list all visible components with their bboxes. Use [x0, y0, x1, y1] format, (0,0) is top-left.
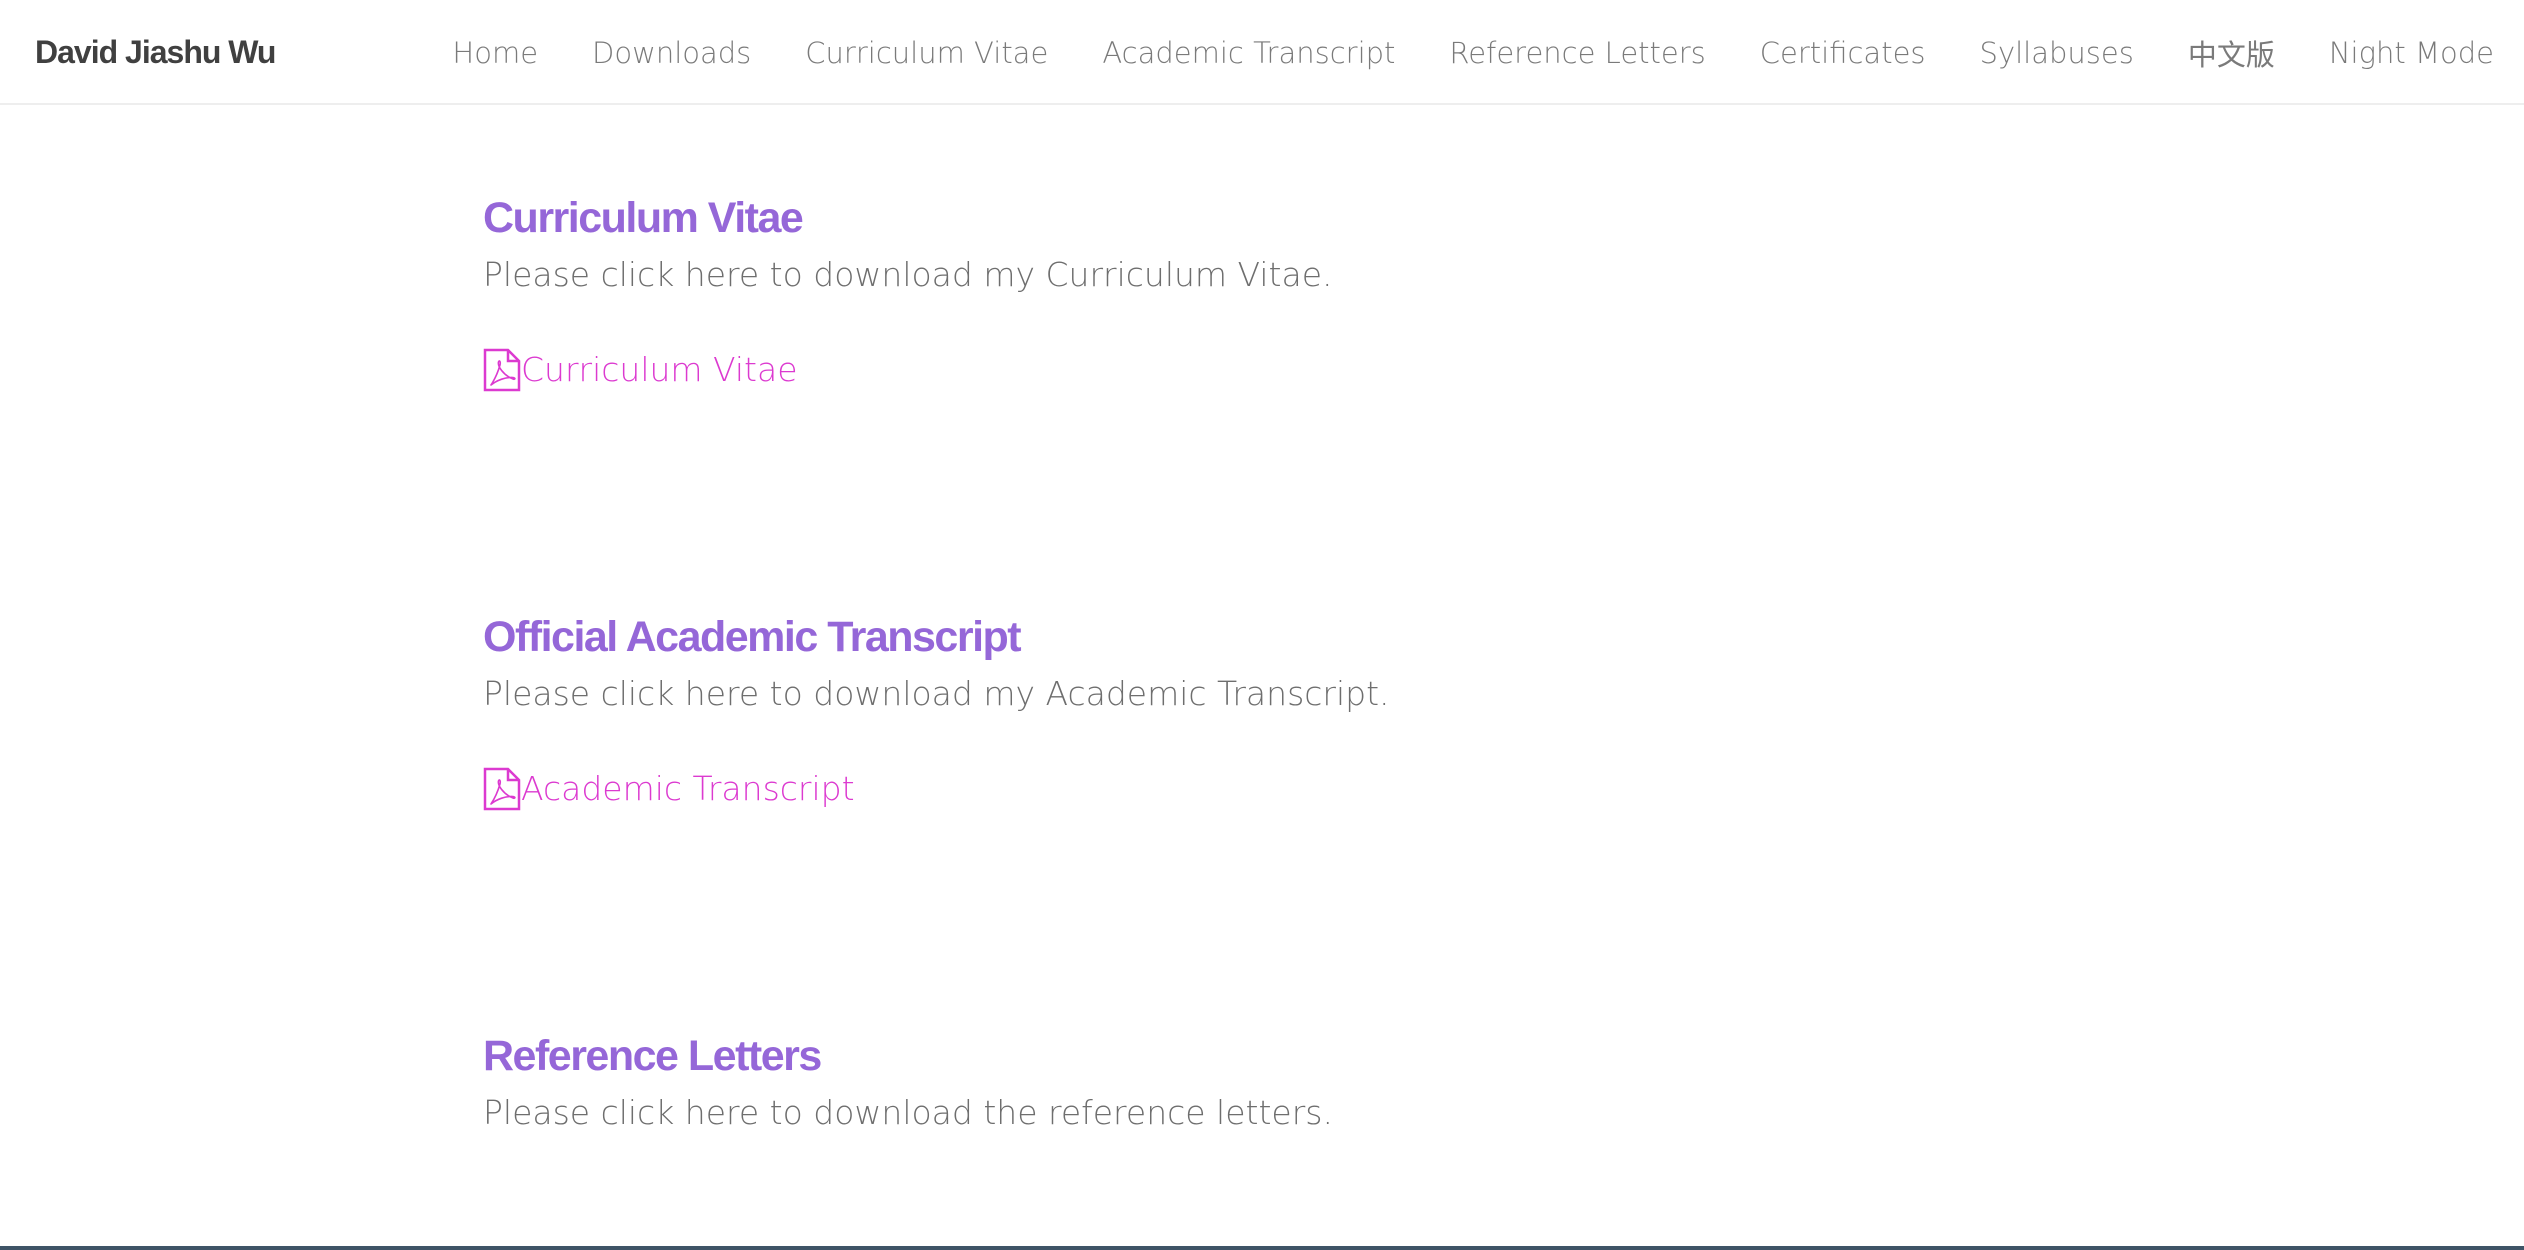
- download-link-label: Curriculum Vitae: [521, 350, 798, 389]
- nav-link-home[interactable]: Home: [452, 36, 538, 70]
- academic-transcript-download-link[interactable]: Academic Transcript: [483, 767, 1390, 811]
- footer-divider: [0, 1246, 2524, 1250]
- nav-link-curriculum-vitae[interactable]: Curriculum Vitae: [805, 36, 1048, 70]
- file-pdf-icon: [483, 767, 521, 811]
- section-reference-letters: Reference Letters Please click here to d…: [483, 1026, 1333, 1140]
- nav-link-syllabuses[interactable]: Syllabuses: [1980, 36, 2134, 70]
- section-description: Please click here to download the refere…: [483, 1093, 1333, 1132]
- download-link-label: Academic Transcript: [521, 769, 855, 808]
- nav-link-reference-letters[interactable]: Reference Letters: [1449, 36, 1705, 70]
- section-title: Curriculum Vitae: [483, 194, 804, 242]
- file-pdf-icon: [483, 348, 521, 392]
- brand-link[interactable]: David Jiashu Wu: [35, 30, 276, 74]
- nav-link-academic-transcript[interactable]: Academic Transcript: [1102, 36, 1395, 70]
- section-title: Reference Letters: [483, 1032, 822, 1080]
- section-title: Official Academic Transcript: [483, 613, 1022, 661]
- nav-link-night-mode[interactable]: Night Mode: [2329, 36, 2494, 70]
- section-academic-transcript: Official Academic Transcript Please clic…: [483, 607, 1390, 811]
- nav-link-certificates[interactable]: Certificates: [1760, 36, 1926, 70]
- top-navbar: David Jiashu Wu Home Downloads Curriculu…: [0, 0, 2524, 105]
- section-description: Please click here to download my Curricu…: [483, 255, 1333, 294]
- section-description: Please click here to download my Academi…: [483, 674, 1390, 713]
- nav-link-chinese-version[interactable]: 中文版: [2188, 32, 2275, 74]
- curriculum-vitae-download-link[interactable]: Curriculum Vitae: [483, 348, 1333, 392]
- nav-links: Home Downloads Curriculum Vitae Academic…: [452, 0, 2524, 105]
- section-curriculum-vitae: Curriculum Vitae Please click here to do…: [483, 188, 1333, 392]
- nav-link-downloads[interactable]: Downloads: [592, 36, 751, 70]
